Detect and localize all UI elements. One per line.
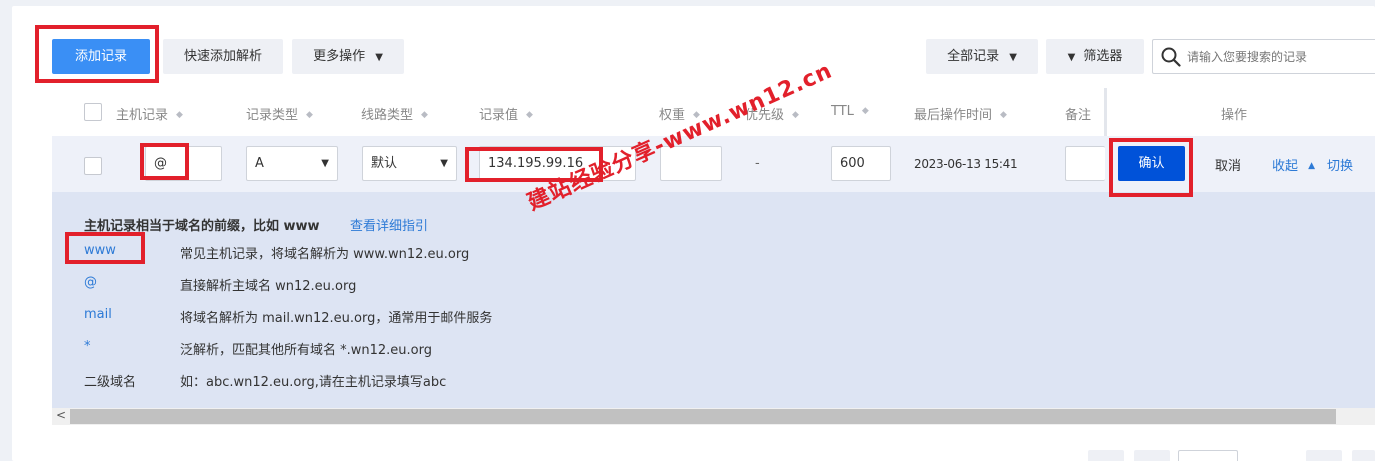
help-key-at: @ <box>84 275 97 290</box>
help-key-wildcard: * <box>84 339 91 354</box>
sort-icon: ◆ <box>176 110 183 120</box>
header-ttl[interactable]: TTL ◆ <box>831 104 869 119</box>
filter-button[interactable]: ▼ 筛选器 <box>1046 39 1144 74</box>
scrollbar-thumb[interactable] <box>70 409 1336 424</box>
help-desc-www: 常见主机记录，将域名解析为 www.wn12.eu.org <box>180 247 470 262</box>
add-record-button[interactable]: 添加记录 <box>52 39 150 74</box>
caret-down-icon: ▼ <box>1009 52 1017 63</box>
horizontal-scrollbar[interactable]: < <box>52 408 1375 425</box>
ttl-input[interactable]: 600 <box>831 146 891 181</box>
pagination-page-input[interactable] <box>1178 450 1238 461</box>
header-note: 备注 <box>1065 108 1092 123</box>
help-key-subdomain: 二级域名 <box>84 375 137 390</box>
scroll-left-arrow-icon[interactable]: < <box>56 408 66 422</box>
switch-link[interactable]: 切换 <box>1327 155 1353 174</box>
collapse-label: 收起 <box>1272 159 1299 174</box>
search-box[interactable] <box>1152 39 1375 74</box>
quick-add-button[interactable]: 快速添加解析 <box>163 39 283 74</box>
sort-icon: ◆ <box>1000 110 1007 120</box>
sort-icon: ◆ <box>792 110 799 120</box>
confirm-button[interactable]: 确认 <box>1118 146 1185 181</box>
header-line[interactable]: 线路类型 ◆ <box>361 104 428 123</box>
collapse-link[interactable]: 收起 ▲ <box>1272 155 1315 174</box>
help-desc-subdomain: 如：abc.wn12.eu.org,请在主机记录填写abc <box>180 375 447 390</box>
guide-link[interactable]: 查看详细指引 <box>350 215 428 234</box>
caret-down-icon: ▼ <box>440 158 448 169</box>
help-desc-mail: 将域名解析为 mail.wn12.eu.org，通常用于邮件服务 <box>180 311 493 326</box>
header-value[interactable]: 记录值 ◆ <box>479 104 533 123</box>
help-desc-wildcard: 泛解析，匹配其他所有域名 *.wn12.eu.org <box>180 343 433 358</box>
filter-label: 筛选器 <box>1083 49 1123 64</box>
host-input[interactable]: @ <box>145 146 222 181</box>
search-input[interactable] <box>1187 48 1367 66</box>
record-type-select[interactable]: A ▼ <box>246 146 338 181</box>
sort-icon: ◆ <box>421 110 428 120</box>
sort-icon: ◆ <box>306 110 313 120</box>
caret-down-icon: ▼ <box>321 158 329 169</box>
all-records-dropdown[interactable]: 全部记录 ▼ <box>926 39 1038 74</box>
header-type[interactable]: 记录类型 ◆ <box>246 104 313 123</box>
help-key-mail: mail <box>84 307 112 322</box>
cancel-button[interactable]: 取消 <box>1215 155 1241 174</box>
note-input[interactable] <box>1065 146 1105 181</box>
all-records-label: 全部记录 <box>947 49 1000 64</box>
header-actions: 操作 <box>1221 108 1248 123</box>
pagination-next-button[interactable] <box>1306 450 1342 461</box>
priority-value: - <box>755 156 760 171</box>
pagination-first-button[interactable] <box>1088 450 1124 461</box>
select-all-checkbox[interactable] <box>84 103 102 121</box>
last-op-time: 2023-06-13 15:41 <box>914 157 1018 171</box>
more-ops-label: 更多操作 <box>313 49 366 64</box>
sort-icon: ◆ <box>526 110 533 120</box>
header-host[interactable]: 主机记录 ◆ <box>116 104 183 123</box>
sort-icon: ◆ <box>861 106 869 116</box>
header-last-op[interactable]: 最后操作时间 ◆ <box>914 104 1007 123</box>
caret-down-icon: ▼ <box>375 52 383 63</box>
help-key-www: www <box>84 243 116 258</box>
line-type-select[interactable]: 默认 ▼ <box>362 146 457 181</box>
more-ops-button[interactable]: 更多操作 ▼ <box>292 39 404 74</box>
pagination-last-button[interactable] <box>1352 450 1375 461</box>
pagination-prev-button[interactable] <box>1134 450 1170 461</box>
row-checkbox[interactable] <box>84 157 102 175</box>
help-title: 主机记录相当于域名的前缀，比如 www <box>84 219 320 234</box>
search-icon <box>1161 47 1181 67</box>
filter-icon: ▼ <box>1067 52 1076 63</box>
help-desc-at: 直接解析主域名 wn12.eu.org <box>180 279 357 294</box>
line-type-value: 默认 <box>371 156 398 171</box>
record-type-value: A <box>255 156 264 171</box>
caret-up-icon: ▲ <box>1308 161 1316 171</box>
